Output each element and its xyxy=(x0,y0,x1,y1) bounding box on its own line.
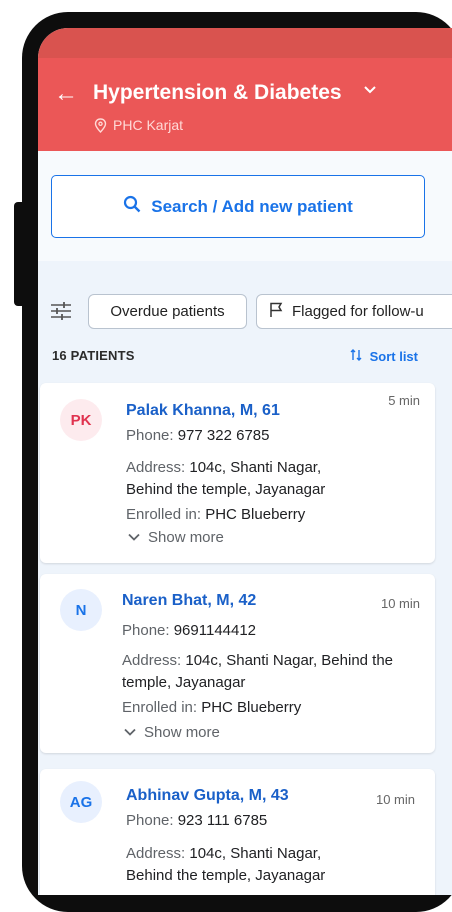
flagged-follow-up-chip[interactable]: Flagged for follow-u xyxy=(256,294,452,329)
flagged-chip-label: Flagged for follow-u xyxy=(292,303,424,320)
search-add-patient-button[interactable]: Search / Add new patient xyxy=(51,175,425,238)
filter-row: Overdue patients Flagged for follow-u xyxy=(38,290,452,330)
search-icon xyxy=(123,195,141,218)
patient-address: Address: 104c, Shanti Nagar, Behind the t… xyxy=(126,459,326,498)
patient-card[interactable]: PK Palak Khanna, M, 61 5 min Phone: 977 … xyxy=(40,383,435,563)
chevron-down-icon[interactable] xyxy=(363,83,377,102)
search-button-label: Search / Add new patient xyxy=(151,196,353,216)
arrow-left-icon[interactable]: ← xyxy=(54,82,78,106)
show-more-button[interactable]: Show more xyxy=(124,724,220,741)
avatar: AG xyxy=(60,781,102,823)
sort-icon xyxy=(350,348,362,365)
search-area: Search / Add new patient xyxy=(38,151,452,261)
list-header: 16 PATIENTS Sort list xyxy=(38,346,452,370)
avatar: N xyxy=(60,589,102,631)
patient-address: Address: 104c, Shanti Nagar, Behind the t… xyxy=(122,652,394,691)
patient-count: 16 PATIENTS xyxy=(52,348,135,363)
facility-subtitle: PHC Karjat xyxy=(94,117,183,133)
sort-list-label: Sort list xyxy=(369,349,418,364)
patient-time: 10 min xyxy=(375,792,415,807)
patient-time: 10 min xyxy=(380,596,420,611)
show-more-button[interactable]: Show more xyxy=(128,529,224,546)
patient-address: Address: 104c, Shanti Nagar, Behind the t… xyxy=(126,845,326,884)
sort-list-button[interactable]: Sort list xyxy=(350,348,418,365)
app-bar: ← Hypertension & Diabetes PHC Karjat xyxy=(38,58,452,151)
avatar: PK xyxy=(60,399,102,441)
patient-card[interactable]: N Naren Bhat, M, 42 10 min Phone: 969114… xyxy=(40,574,435,753)
patient-phone: Phone: 9691144412 xyxy=(122,622,257,639)
filter-sliders-icon[interactable] xyxy=(50,302,72,325)
patient-phone: Phone: 977 322 6785 xyxy=(126,427,270,444)
patient-name[interactable]: Naren Bhat, M, 42 xyxy=(122,592,256,610)
chevron-down-icon xyxy=(124,724,136,741)
app-screen: ← Hypertension & Diabetes PHC Karjat Sea… xyxy=(38,28,452,895)
patient-enrolled: Enrolled in: PHC Blueberry xyxy=(126,506,306,523)
overdue-chip-label: Overdue patients xyxy=(110,303,225,320)
facility-name: PHC Karjat xyxy=(113,117,184,133)
patient-card[interactable]: AG Abhinav Gupta, M, 43 10 min Phone: 92… xyxy=(40,769,435,895)
patient-time: 5 min xyxy=(388,393,420,408)
flag-icon xyxy=(269,302,283,322)
patient-enrolled: Enrolled in: PHC Blueberry xyxy=(122,699,302,716)
status-bar xyxy=(38,28,452,58)
patient-name[interactable]: Palak Khanna, M, 61 xyxy=(126,402,280,420)
page-title[interactable]: Hypertension & Diabetes xyxy=(93,81,342,105)
chevron-down-icon xyxy=(128,529,140,546)
overdue-patients-chip[interactable]: Overdue patients xyxy=(88,294,247,329)
patient-name[interactable]: Abhinav Gupta, M, 43 xyxy=(126,787,289,805)
patient-phone: Phone: 923 111 6785 xyxy=(126,812,268,829)
location-pin-icon xyxy=(94,117,107,133)
